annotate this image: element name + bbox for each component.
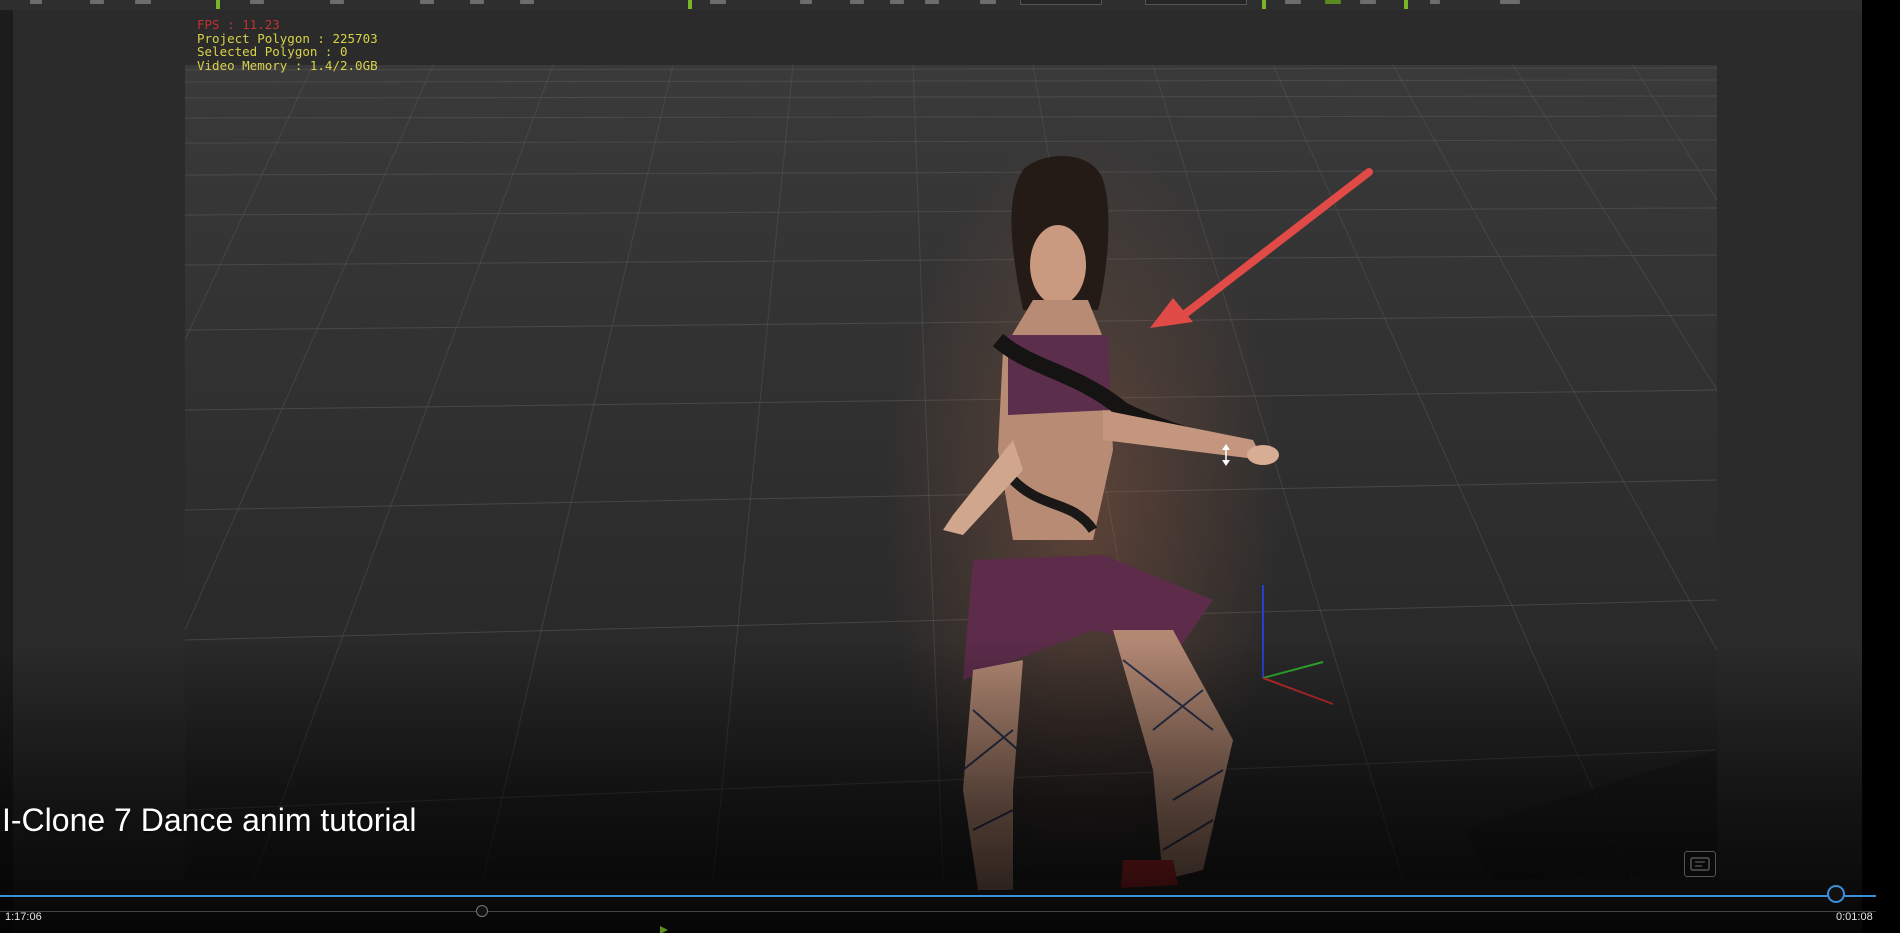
toolbar-icon[interactable]	[800, 0, 812, 4]
right-gutter	[1862, 0, 1900, 933]
toolbar-icon[interactable]	[1430, 0, 1440, 4]
toolbar-separator	[1262, 0, 1266, 9]
toolbar-icon[interactable]	[980, 0, 996, 4]
play-icon[interactable]	[660, 926, 668, 933]
fps-readout: FPS : 11.23	[197, 17, 280, 32]
toolbar-icon[interactable]	[1285, 0, 1301, 4]
seek-bar[interactable]	[0, 895, 1876, 897]
video-memory-readout: Video Memory : 1.4/2.0GB	[197, 57, 378, 73]
captions-icon	[1690, 857, 1710, 871]
toolbar-separator	[216, 0, 220, 9]
secondary-track[interactable]	[0, 911, 1876, 912]
toolbar-separator	[688, 0, 692, 9]
app-toolbar	[0, 0, 1862, 10]
secondary-thumb[interactable]	[476, 905, 488, 917]
toolbar-icon[interactable]	[925, 0, 939, 4]
captions-button[interactable]	[1684, 851, 1716, 877]
toolbar-icon[interactable]	[710, 0, 726, 4]
project-polygon-readout: Project Polygon : 225703	[197, 30, 378, 46]
selected-polygon-readout: Selected Polygon : 0	[197, 44, 348, 59]
seek-thumb[interactable]	[1827, 885, 1845, 903]
toolbar-icon[interactable]	[890, 0, 904, 4]
video-player[interactable]: FPS : 11.23 Project Polygon : 225703 Selec…	[0, 0, 1900, 933]
remaining-time: 0:01:08	[1836, 911, 1873, 923]
viewport-stats: FPS : 11.23 Project Polygon : 225703 Selec…	[197, 18, 378, 72]
toolbar-icon[interactable]	[330, 0, 344, 4]
elapsed-time: 1:17:06	[5, 911, 42, 923]
toolbar-icon[interactable]	[470, 0, 484, 4]
toolbar-icon[interactable]	[135, 0, 151, 4]
toolbar-icon[interactable]	[520, 0, 534, 4]
toolbar-icon[interactable]	[1500, 0, 1520, 4]
toolbar-icon[interactable]	[420, 0, 434, 4]
toolbar-separator	[1404, 0, 1408, 9]
toolbar-icon[interactable]	[1325, 0, 1341, 4]
toolbar-icon[interactable]	[250, 0, 264, 4]
video-frame[interactable]: FPS : 11.23 Project Polygon : 225703 Selec…	[0, 0, 1862, 933]
toolbar-icon[interactable]	[90, 0, 104, 4]
toolbar-icon[interactable]	[850, 0, 864, 4]
toolbar-field[interactable]	[1020, 0, 1102, 5]
toolbar-field[interactable]	[1145, 0, 1247, 5]
toolbar-icon[interactable]	[30, 0, 42, 4]
controls-gradient	[0, 640, 1862, 933]
toolbar-icon[interactable]	[1360, 0, 1376, 4]
video-title: I-Clone 7 Dance anim tutorial	[2, 802, 417, 838]
